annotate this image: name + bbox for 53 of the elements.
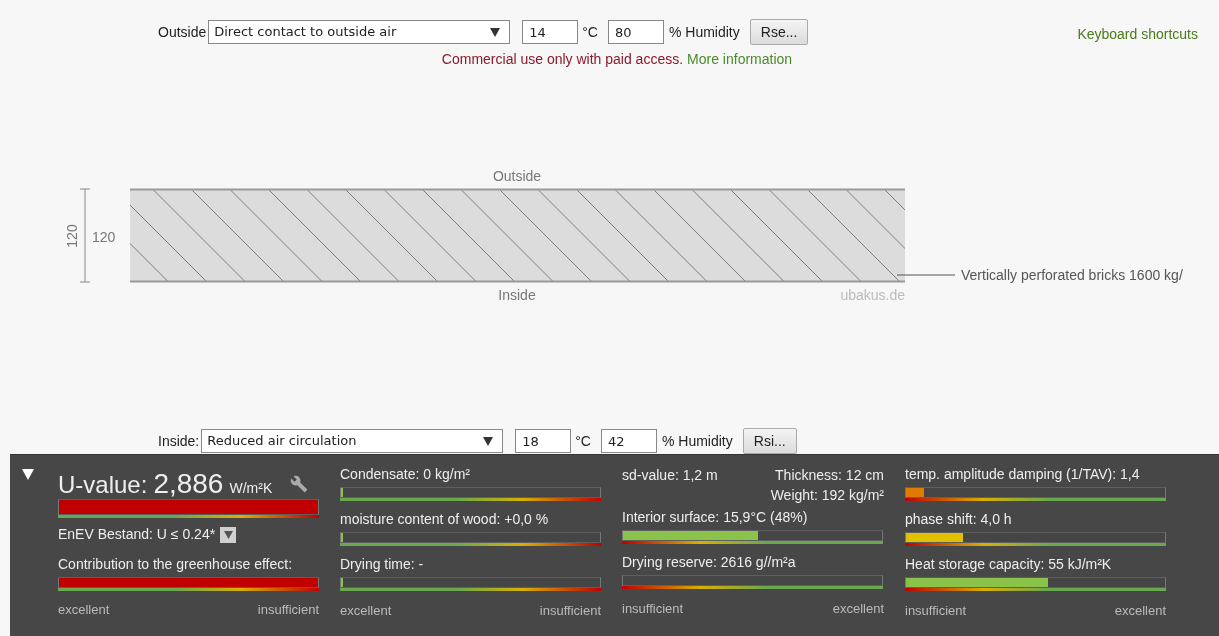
fact-text: Thickness: 12 cm (775, 466, 884, 485)
unit-label: % Humidity (661, 431, 733, 451)
meter-label: Drying reserve: 2616 g//m²a (622, 553, 797, 571)
scale-label: insufficient (622, 600, 684, 618)
unit-label: °C (582, 22, 598, 42)
collapse-toggle-icon[interactable] (22, 469, 34, 480)
standard-label: EnEV Bestand: U ≤ 0.24* (58, 525, 216, 544)
u-value: 2,886 (153, 467, 224, 501)
thickness-label: 120 (92, 229, 116, 245)
meter-label: Interior surface: 15,9°C (48%) (622, 508, 809, 526)
scale-label: insufficient (257, 600, 319, 619)
meter-label: phase shift: 4,0 h (905, 510, 1013, 528)
more-information-link[interactable]: More information (687, 49, 793, 70)
scale-label: insufficient (905, 602, 967, 620)
unit-label: % Humidity (668, 22, 740, 42)
wrench-icon[interactable] (290, 475, 309, 493)
temperature-field[interactable]: 18 (515, 429, 572, 453)
meter-label: Condensate: 0 kg/m² (340, 465, 471, 483)
meter-label: Drying time: - (340, 555, 425, 573)
fact-text: Weight: 192 kg/m² (770, 486, 884, 505)
meter-label: Contribution to the greenhouse effect: (58, 554, 293, 573)
scale-label: excellent (340, 602, 392, 620)
dropdown-arrow-icon (490, 27, 501, 37)
side-label: Outside (158, 22, 207, 42)
sd-value: sd-value: 1,2 m (622, 466, 718, 485)
dropdown-arrow-icon (483, 436, 494, 446)
keyboard-shortcuts-link[interactable]: Keyboard shortcuts (1077, 24, 1198, 45)
meter-label: moisture content of wood: +0,0 % (340, 510, 550, 528)
humidity-field[interactable]: 42 (600, 429, 657, 453)
humidity-field[interactable]: 80 (607, 20, 664, 44)
scale-label: excellent (1114, 602, 1166, 620)
dropdown-icon[interactable] (220, 526, 237, 543)
meter-label: Heat storage capacity: 55 kJ/m²K (905, 555, 1113, 573)
inside-label: Inside (498, 287, 536, 303)
scale-label: insufficient (539, 602, 601, 620)
outside-label: Outside (492, 168, 542, 184)
resistance-button[interactable]: Rsi... (742, 428, 797, 454)
scale-label: excellent (832, 600, 884, 618)
resistance-button[interactable]: Rse... (749, 19, 809, 45)
credit-label: ubakus.de (840, 287, 905, 303)
unit-label: °C (575, 431, 591, 451)
condition-select[interactable]: Direct contact to outside air (208, 20, 511, 44)
u-value-label: U-value: (58, 470, 148, 500)
condition-select[interactable]: Reduced air circulation (201, 429, 504, 453)
u-value-unit: W/m²K (229, 479, 273, 498)
meter-label: temp. amplitude damping (1/TAV): 1,4 (905, 465, 1141, 483)
dimension-label: 120 (64, 224, 80, 248)
side-label: Inside: (158, 431, 200, 451)
layer-label: Vertically perforated bricks 1600 kg/ (961, 267, 1183, 283)
notice-text: Commercial use only with paid access. (441, 50, 684, 69)
temperature-field[interactable]: 14 (522, 20, 579, 44)
leader-line (896, 274, 956, 276)
scale-label: excellent (58, 600, 110, 619)
